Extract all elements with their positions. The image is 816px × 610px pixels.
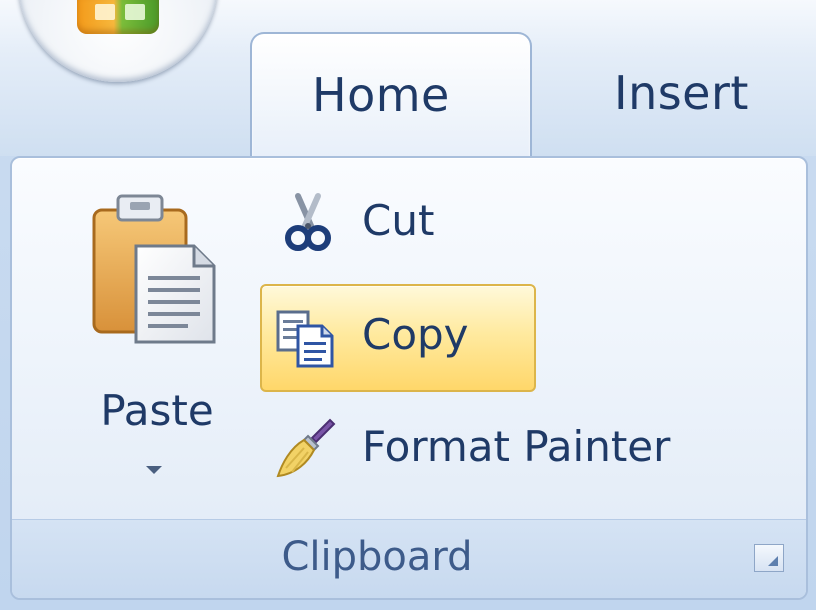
paste-label: Paste bbox=[100, 386, 214, 435]
format-painter-label: Format Painter bbox=[362, 422, 671, 471]
cut-label: Cut bbox=[362, 196, 435, 245]
office-button[interactable] bbox=[18, 0, 218, 82]
dialog-launcher-icon[interactable] bbox=[754, 544, 784, 572]
copy-button[interactable]: Copy bbox=[260, 284, 536, 392]
chevron-down-icon[interactable] bbox=[146, 466, 162, 474]
copy-pages-icon bbox=[276, 310, 334, 368]
copy-label: Copy bbox=[362, 310, 469, 359]
tab-insert[interactable]: Insert bbox=[614, 66, 749, 120]
paintbrush-icon bbox=[276, 418, 336, 478]
ribbon-screenshot: Home Insert Paste Cut Copy Format Painte… bbox=[0, 0, 816, 610]
tab-home[interactable]: Home bbox=[250, 32, 532, 164]
clipboard-paste-icon bbox=[92, 194, 216, 344]
office-orb-icon bbox=[77, 0, 159, 34]
cut-button[interactable]: Cut bbox=[264, 182, 584, 264]
format-painter-button[interactable]: Format Painter bbox=[264, 408, 784, 490]
scissors-icon bbox=[285, 193, 331, 251]
ribbon-tab-strip: Home Insert bbox=[0, 0, 816, 164]
clipboard-group: Paste Cut Copy Format Painter Clipboard bbox=[10, 156, 808, 600]
group-footer: Clipboard bbox=[12, 519, 806, 598]
paste-button[interactable]: Paste bbox=[64, 184, 250, 504]
tab-insert-label: Insert bbox=[614, 66, 749, 120]
group-label: Clipboard bbox=[281, 534, 473, 580]
tab-home-label: Home bbox=[312, 68, 450, 122]
